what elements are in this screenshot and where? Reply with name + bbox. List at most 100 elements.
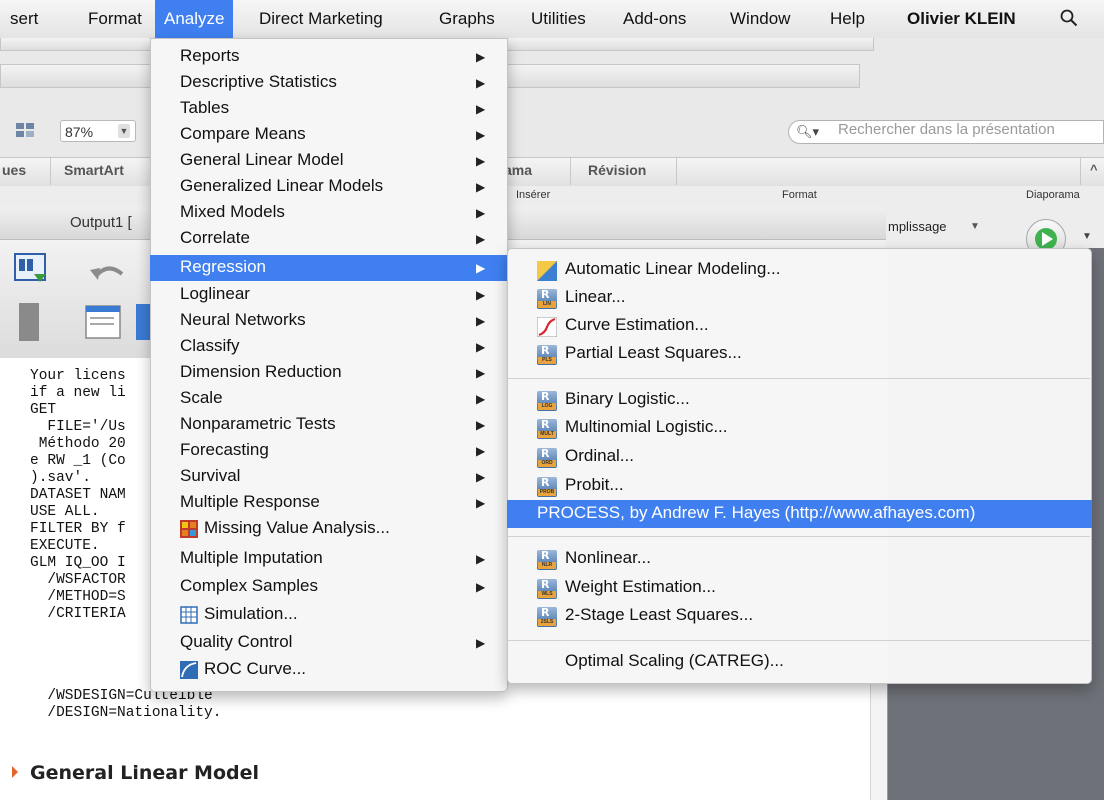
syntax-line: FILE='/Us (30, 419, 126, 435)
menu-item-optimal-scaling[interactable]: Optimal Scaling (CATREG)... (507, 648, 1092, 676)
menu-utilities[interactable]: Utilities (531, 0, 586, 38)
ribbon-tab-smartart[interactable]: SmartArt (64, 162, 124, 178)
group-label-format: Format (782, 189, 817, 201)
menu-item-label: Missing Value Analysis... (204, 518, 390, 537)
dialog-recall-icon[interactable] (84, 302, 124, 342)
menu-item-regression[interactable]: Regression ▶ (150, 255, 508, 281)
menu-window[interactable]: Window (730, 0, 790, 38)
menu-item-probit[interactable]: R PROB Probit... (507, 472, 1092, 500)
menu-item-correlate[interactable]: Correlate ▶ (150, 226, 508, 252)
menu-item-label: Quality Control (180, 632, 293, 651)
layout-icon[interactable] (14, 119, 38, 141)
menu-item-descriptive-statistics[interactable]: Descriptive Statistics ▶ (150, 70, 508, 96)
menu-item-binary-logistic[interactable]: R LOG Binary Logistic... (507, 386, 1092, 414)
submenu-arrow-icon: ▶ (476, 580, 486, 594)
menu-item-multiple-imputation[interactable]: Multiple Imputation ▶ (150, 546, 508, 572)
menu-add-ons[interactable]: Add-ons (623, 0, 686, 38)
menu-item-label: Optimal Scaling (CATREG)... (565, 651, 784, 670)
menu-item-reports[interactable]: Reports ▶ (150, 44, 508, 70)
menu-item-label: Linear... (565, 287, 626, 306)
menu-item-classify[interactable]: Classify ▶ (150, 334, 508, 360)
menu-item-process-hayes[interactable]: PROCESS, by Andrew F. Hayes (http://www.… (507, 500, 1092, 528)
menu-item-nonparametric-tests[interactable]: Nonparametric Tests ▶ (150, 412, 508, 438)
search-icon[interactable]: 🔍︎▾ (796, 124, 819, 140)
menu-item-curve-estimation[interactable]: Curve Estimation... (507, 312, 1092, 340)
menu-item-roc-curve[interactable]: ROC Curve... (150, 657, 508, 683)
submenu-arrow-icon: ▶ (476, 636, 486, 650)
menu-item-survival[interactable]: Survival ▶ (150, 464, 508, 490)
menu-insert[interactable]: sert (10, 0, 38, 38)
undo-icon[interactable] (88, 260, 128, 284)
fill-dropdown[interactable]: mplissage (888, 219, 947, 234)
menu-item-label: Descriptive Statistics (180, 72, 337, 91)
ribbon-tab-diaporama[interactable]: ama (504, 162, 532, 178)
curve-estimation-icon (537, 317, 557, 337)
menu-item-mixed-models[interactable]: Mixed Models ▶ (150, 200, 508, 226)
menu-item-weight-estimation[interactable]: R WLS Weight Estimation... (507, 574, 1092, 602)
document-icon[interactable] (18, 302, 40, 342)
syntax-line: EXECUTE. (30, 538, 100, 554)
submenu-arrow-icon: ▶ (476, 50, 486, 64)
group-label-slideshow: Diaporama (1026, 189, 1080, 201)
submenu-arrow-icon: ▶ (476, 496, 486, 510)
menu-item-multinomial-logistic[interactable]: R MULT Multinomial Logistic... (507, 414, 1092, 442)
menu-item-label: Neural Networks (180, 310, 306, 329)
syntax-line: USE ALL. (30, 504, 100, 520)
ribbon-tab-revision[interactable]: Révision (588, 162, 646, 178)
menu-item-neural-networks[interactable]: Neural Networks ▶ (150, 308, 508, 334)
ribbon-tab-themes[interactable]: ues (2, 162, 26, 178)
menu-graphs[interactable]: Graphs (439, 0, 495, 38)
menu-item-label: Nonparametric Tests (180, 414, 336, 433)
menu-item-label: Probit... (565, 475, 624, 494)
menubar: sert Format Analyze Direct Marketing Gra… (0, 0, 1104, 39)
submenu-arrow-icon: ▶ (476, 232, 486, 246)
menu-item-forecasting[interactable]: Forecasting ▶ (150, 438, 508, 464)
menu-help[interactable]: Help (830, 0, 865, 38)
menu-direct-marketing[interactable]: Direct Marketing (259, 0, 383, 38)
menu-item-missing-value-analysis[interactable]: Missing Value Analysis... (150, 516, 508, 542)
chart-icon[interactable] (136, 304, 150, 340)
probit-icon: R PROB (537, 476, 557, 497)
automatic-linear-modeling-icon (537, 261, 557, 281)
menu-item-generalized-linear-models[interactable]: Generalized Linear Models ▶ (150, 174, 508, 200)
menu-item-general-linear-model[interactable]: General Linear Model ▶ (150, 148, 508, 174)
syntax-line: ).sav'. (30, 470, 91, 486)
menu-item-compare-means[interactable]: Compare Means ▶ (150, 122, 508, 148)
syntax-line: GLM IQ_OO I (30, 555, 126, 571)
menu-item-label: Mixed Models (180, 202, 285, 221)
spotlight-search-icon[interactable] (1060, 9, 1078, 27)
menu-item-multiple-response[interactable]: Multiple Response ▶ (150, 490, 508, 516)
menu-item-partial-least-squares[interactable]: R PLS Partial Least Squares... (507, 340, 1092, 368)
menu-item-scale[interactable]: Scale ▶ (150, 386, 508, 412)
menu-item-label: ROC Curve... (204, 659, 307, 678)
fill-dropdown-arrow-icon[interactable]: ▼ (970, 221, 980, 232)
menu-item-simulation[interactable]: Simulation... (150, 602, 508, 628)
slideshow-options-arrow-icon[interactable]: ▼ (1082, 231, 1092, 242)
output-heading[interactable]: General Linear Model (30, 762, 259, 784)
menu-item-nonlinear[interactable]: R NLR Nonlinear... (507, 545, 1092, 573)
collapse-arrow-icon[interactable] (12, 766, 18, 778)
data-editor-icon[interactable] (14, 252, 48, 286)
syntax-line: Your licens (30, 368, 126, 384)
ribbon-collapse-icon[interactable]: ^ (1090, 162, 1098, 177)
menu-item-ordinal[interactable]: R ORD Ordinal... (507, 443, 1092, 471)
linear-regression-icon: R LIN (537, 288, 557, 309)
menu-item-label: PROCESS, by Andrew F. Hayes (http://www.… (537, 503, 976, 522)
menu-item-quality-control[interactable]: Quality Control ▶ (150, 630, 508, 656)
menu-item-loglinear[interactable]: Loglinear ▶ (150, 282, 508, 308)
menu-item-complex-samples[interactable]: Complex Samples ▶ (150, 574, 508, 600)
submenu-arrow-icon: ▶ (476, 340, 486, 354)
menu-item-two-stage-least-squares[interactable]: R 2SLS 2-Stage Least Squares... (507, 602, 1092, 630)
menu-item-tables[interactable]: Tables ▶ (150, 96, 508, 122)
zoom-dropdown-icon[interactable]: ▼ (118, 124, 130, 138)
menu-item-label: 2-Stage Least Squares... (565, 605, 754, 624)
multinomial-logistic-icon: R MULT (537, 418, 557, 439)
menu-item-dimension-reduction[interactable]: Dimension Reduction ▶ (150, 360, 508, 386)
menu-analyze[interactable]: Analyze (155, 0, 234, 38)
user-name[interactable]: Olivier KLEIN (907, 0, 1016, 38)
menu-item-linear[interactable]: R LIN Linear... (507, 284, 1092, 312)
submenu-arrow-icon: ▶ (476, 288, 486, 302)
menu-format[interactable]: Format (88, 0, 142, 38)
submenu-arrow-icon: ▶ (476, 392, 486, 406)
menu-item-automatic-linear-modeling[interactable]: Automatic Linear Modeling... (507, 256, 1092, 284)
